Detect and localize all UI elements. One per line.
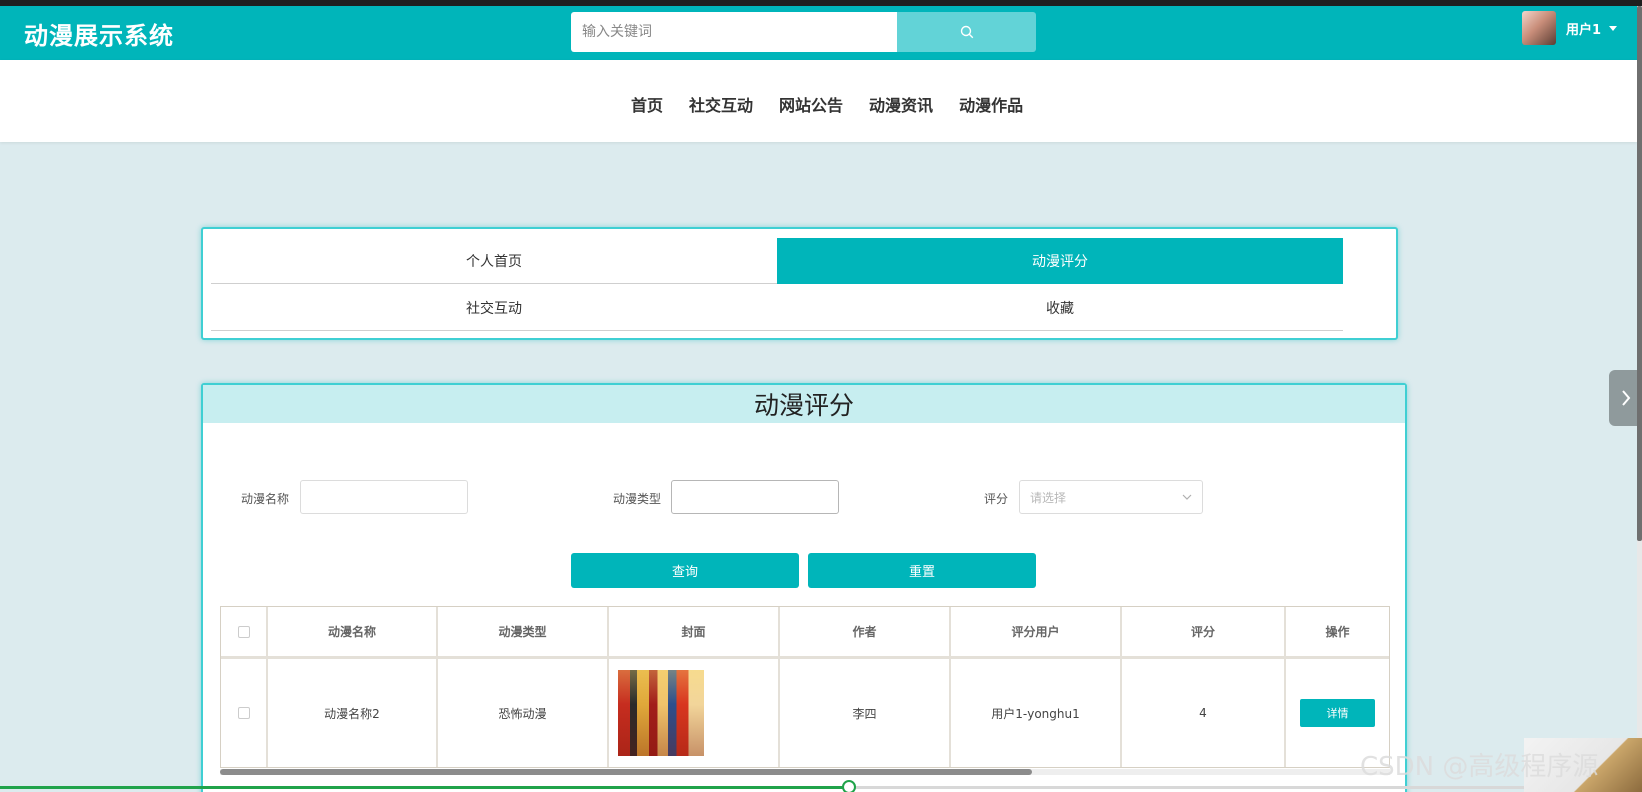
chevron-right-icon <box>1621 390 1630 406</box>
page: 动漫展示系统 用户1 首页 社交互动 网站公告 动漫资讯 动漫作品 <box>0 0 1642 792</box>
tab-personal-home[interactable]: 个人首页 <box>211 238 777 284</box>
cover-image[interactable] <box>618 670 704 756</box>
table-header-select <box>221 607 268 656</box>
header-bar: 动漫展示系统 用户1 <box>0 6 1642 60</box>
anime-name-input[interactable] <box>300 480 468 514</box>
panel-title: 动漫评分 <box>753 391 854 420</box>
row-select-cell <box>221 659 268 767</box>
nav-item-works[interactable]: 动漫作品 <box>959 92 1023 116</box>
cell-rating-user: 用户1-yonghu1 <box>951 659 1122 767</box>
nav-item-social[interactable]: 社交互动 <box>689 92 753 116</box>
main-nav: 首页 社交互动 网站公告 动漫资讯 动漫作品 <box>0 60 1637 142</box>
panel-title-bar: 动漫评分 <box>203 385 1405 423</box>
column-header-author[interactable]: 作者 <box>780 607 951 656</box>
cell-anime-name: 动漫名称2 <box>268 659 438 767</box>
rating-panel: 动漫评分 动漫名称 动漫类型 评分 请选择 查询 重置 动漫名称 动漫类型 封面… <box>201 383 1407 792</box>
search-input[interactable] <box>571 12 897 52</box>
video-progress-handle[interactable] <box>842 780 856 792</box>
caret-down-icon[interactable] <box>1609 25 1618 31</box>
table-row: 动漫名称2 恐怖动漫 李四 用户1-yonghu1 4 详情 <box>221 659 1389 767</box>
username-label[interactable]: 用户1 <box>1566 19 1601 38</box>
search-button[interactable] <box>897 12 1036 52</box>
reset-button[interactable]: 重置 <box>808 553 1036 588</box>
column-header-anime-type[interactable]: 动漫类型 <box>438 607 609 656</box>
search-icon <box>960 25 973 39</box>
select-all-checkbox[interactable] <box>237 625 250 638</box>
user-center-tabs: 个人首页 动漫评分 社交互动 收藏 <box>201 227 1398 340</box>
nav-item-news[interactable]: 动漫资讯 <box>869 92 933 116</box>
vertical-scroll-thumb[interactable] <box>1637 6 1642 541</box>
avatar[interactable] <box>1522 11 1556 45</box>
page-vertical-scrollbar[interactable] <box>1637 6 1642 792</box>
anime-type-input[interactable] <box>671 480 839 514</box>
cell-score: 4 <box>1122 659 1286 767</box>
tab-social[interactable]: 社交互动 <box>211 285 777 331</box>
horizontal-scroll-thumb[interactable] <box>220 769 1032 775</box>
anime-type-label: 动漫类型 <box>613 492 662 506</box>
row-checkbox[interactable] <box>237 707 250 719</box>
cell-cover <box>609 659 780 767</box>
column-header-score[interactable]: 评分 <box>1122 607 1286 656</box>
column-header-rating-user[interactable]: 评分用户 <box>951 607 1122 656</box>
search-bar <box>571 12 1036 52</box>
nav-item-notice[interactable]: 网站公告 <box>779 92 843 116</box>
tab-favorites[interactable]: 收藏 <box>777 285 1343 331</box>
user-menu[interactable]: 用户1 <box>1522 11 1618 45</box>
anime-name-label: 动漫名称 <box>241 492 290 506</box>
score-select[interactable]: 请选择 <box>1019 480 1203 514</box>
video-progress-track[interactable] <box>0 786 1642 789</box>
score-select-placeholder: 请选择 <box>1030 490 1067 505</box>
table-horizontal-scrollbar[interactable] <box>220 769 1390 775</box>
nav-item-home[interactable]: 首页 <box>631 92 663 116</box>
rating-table: 动漫名称 动漫类型 封面 作者 评分用户 评分 操作 动漫名称2 恐怖动漫 李四… <box>220 606 1390 768</box>
chevron-down-icon <box>1182 494 1192 500</box>
score-label: 评分 <box>984 492 1009 506</box>
watermark-text: CSDN @高级程序源 <box>1360 752 1599 782</box>
cell-anime-type: 恐怖动漫 <box>438 659 609 767</box>
detail-button[interactable]: 详情 <box>1300 699 1375 727</box>
column-header-action: 操作 <box>1325 625 1350 639</box>
column-header-cover[interactable]: 封面 <box>609 607 780 656</box>
query-button[interactable]: 查询 <box>571 553 799 588</box>
table-header-row: 动漫名称 动漫类型 封面 作者 评分用户 评分 操作 <box>221 607 1389 659</box>
nav-items: 首页 社交互动 网站公告 动漫资讯 动漫作品 <box>631 92 1049 116</box>
tab-anime-rating[interactable]: 动漫评分 <box>777 238 1343 284</box>
site-logo-title[interactable]: 动漫展示系统 <box>24 16 174 51</box>
cell-author: 李四 <box>780 659 951 767</box>
column-header-anime-name[interactable]: 动漫名称 <box>268 607 438 656</box>
video-progress-fill <box>0 786 848 789</box>
